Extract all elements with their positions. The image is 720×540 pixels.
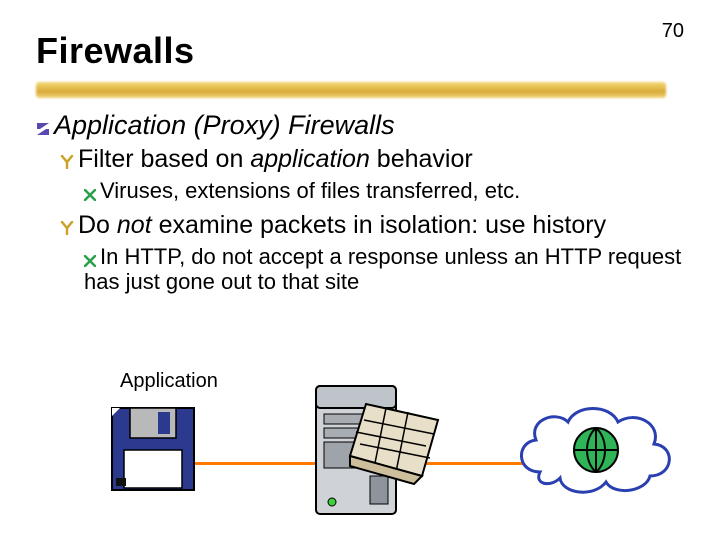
x-bullet-icon bbox=[84, 186, 96, 198]
content-area: Application (Proxy) Firewalls Filter bas… bbox=[36, 110, 684, 302]
bullet-level1: Application (Proxy) Firewalls bbox=[36, 110, 684, 141]
application-label: Application bbox=[120, 370, 218, 393]
l3b-text: In HTTP, do not accept a response unless… bbox=[84, 244, 681, 294]
page-title: Firewalls bbox=[36, 30, 195, 72]
z-bullet-icon bbox=[36, 120, 50, 134]
title-underline bbox=[36, 82, 666, 98]
x-bullet-icon bbox=[84, 252, 96, 264]
bullet-level2: Do not examine packets in isolation: use… bbox=[60, 211, 684, 240]
l2b-prefix: Do bbox=[78, 211, 117, 239]
l2a-italic: application bbox=[250, 145, 370, 173]
l3a-text: Viruses, extensions of files transferred… bbox=[100, 178, 520, 203]
y-bullet-icon bbox=[60, 153, 74, 167]
brick-wall-icon bbox=[346, 400, 442, 486]
page-number: 70 bbox=[662, 20, 684, 43]
l1-text: Application (Proxy) Firewalls bbox=[54, 110, 395, 140]
bullet-level2: Filter based on application behavior bbox=[60, 145, 684, 174]
l2b-suffix: examine packets in isolation: use histor… bbox=[152, 211, 606, 239]
l2a-suffix: behavior bbox=[370, 145, 473, 173]
diagram: Application bbox=[110, 370, 670, 530]
bullet-level3: In HTTP, do not accept a response unless… bbox=[84, 244, 684, 295]
y-bullet-icon bbox=[60, 219, 74, 233]
l2b-italic: not bbox=[117, 211, 152, 239]
bullet-level3: Viruses, extensions of files transferred… bbox=[84, 178, 684, 203]
cloud-internet-icon bbox=[510, 392, 680, 512]
floppy-disk-icon bbox=[110, 406, 196, 492]
l2a-prefix: Filter based on bbox=[78, 145, 250, 173]
